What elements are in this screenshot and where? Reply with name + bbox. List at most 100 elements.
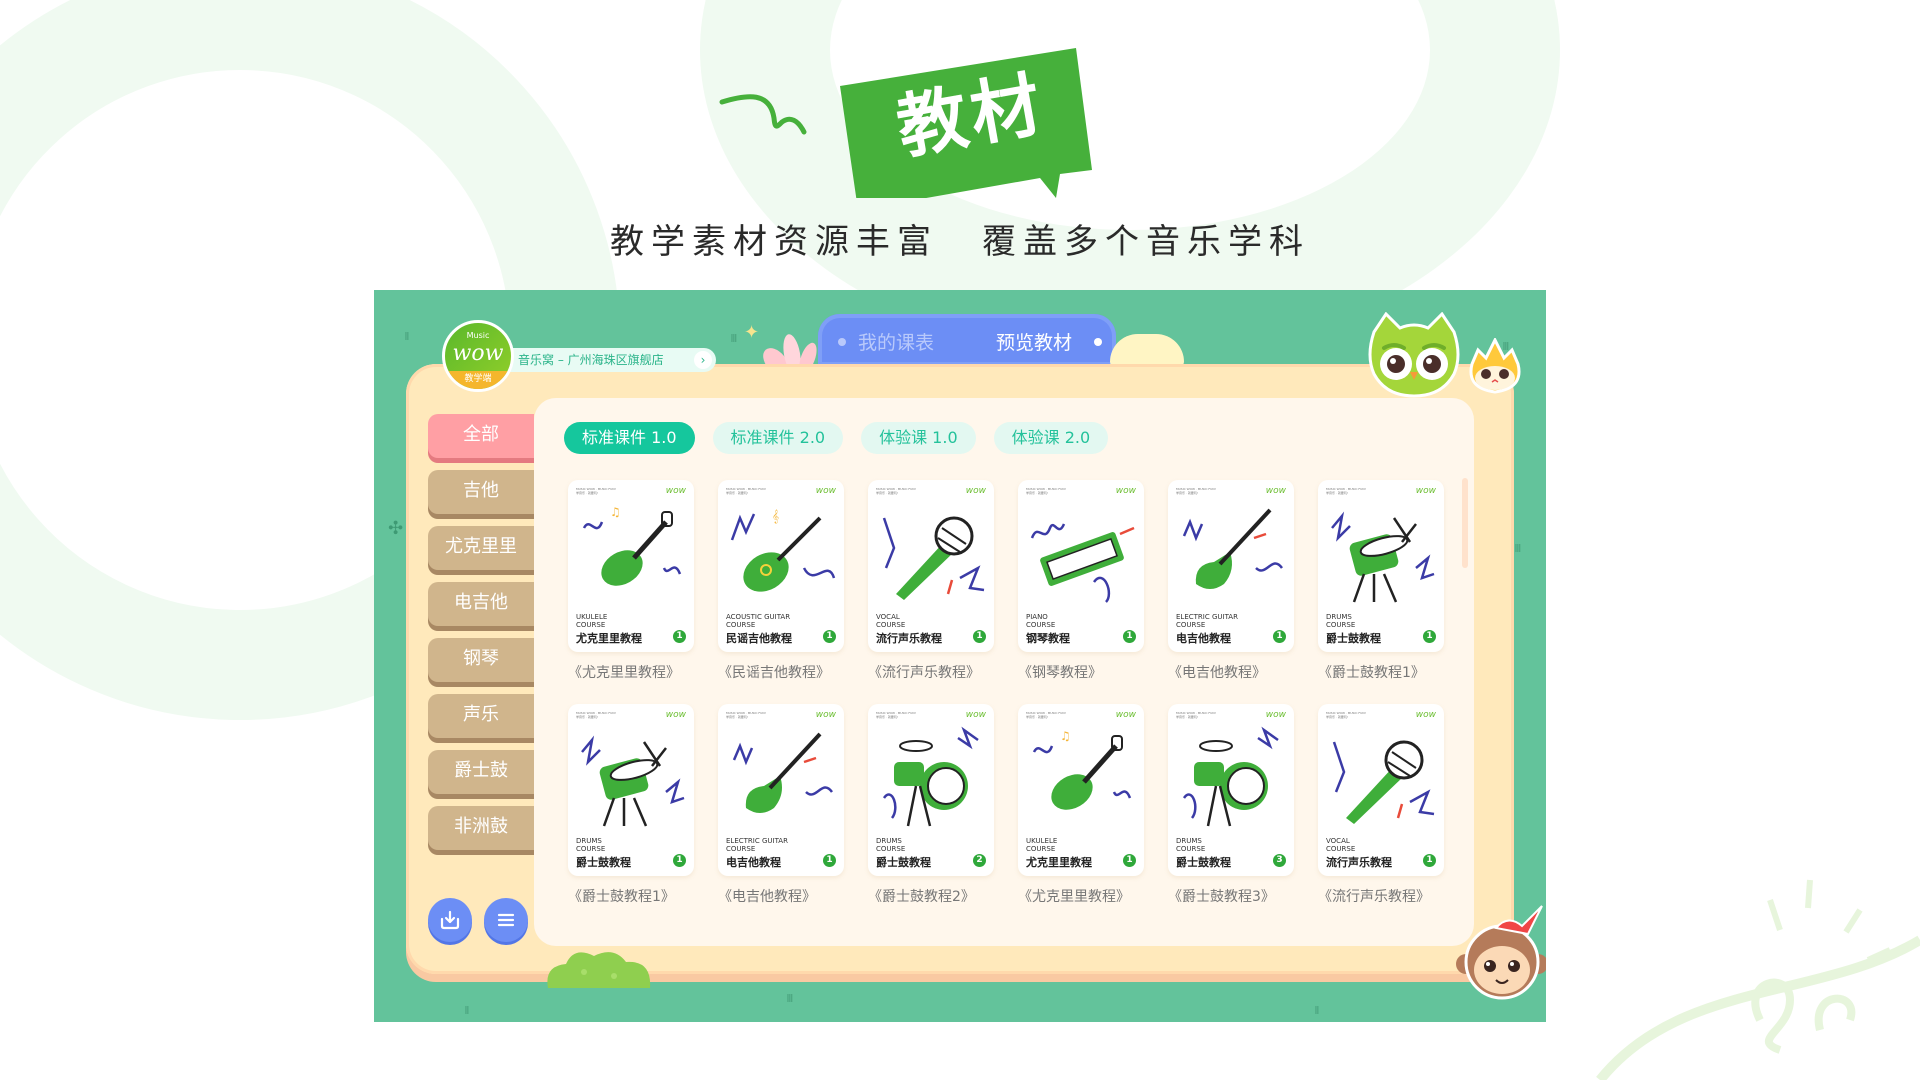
material-cover[interactable]: MUSIC WOW · MUSIC FUN! 学音乐 · 就要玩! wow DRUMS…: [1318, 480, 1444, 652]
scrollbar[interactable]: [1462, 478, 1468, 568]
cover-tagline: MUSIC WOW · MUSIC FUN! 学音乐 · 就要玩!: [1326, 487, 1366, 495]
cover-english-title: UKULELE COURSE: [576, 613, 608, 629]
sidebar-item-electric-guitar[interactable]: 电吉他: [428, 582, 534, 626]
drumkit-illustration-icon: [1182, 726, 1279, 827]
sidebar-item-all[interactable]: 全部: [428, 414, 534, 458]
cover-english-title: PIANO COURSE: [1026, 613, 1056, 629]
volume-badge: 1: [823, 854, 836, 867]
chip-standard-2[interactable]: 标准课件 2.0: [712, 422, 844, 454]
sidebar-item-jazz-drum[interactable]: 爵士鼓: [428, 750, 534, 794]
material-title[interactable]: 《钢琴教程》: [1018, 662, 1144, 682]
volume-badge: 1: [1423, 630, 1436, 643]
app-logo: Music wow 教学端: [442, 320, 514, 392]
cover-logo: wow: [1115, 710, 1136, 720]
volume-badge: 1: [673, 854, 686, 867]
sidebar-item-vocal[interactable]: 声乐: [428, 694, 534, 738]
material-title[interactable]: 《电吉他教程》: [718, 886, 844, 906]
mic-illustration-icon: [1332, 740, 1435, 824]
svg-text:𝄞: 𝄞: [772, 509, 779, 523]
store-selector[interactable]: 音乐窝 – 广州海珠区旗舰店 ›: [506, 348, 716, 372]
page-subtitle: 教学素材资源丰富 覆盖多个音乐学科: [0, 214, 1920, 263]
cover-tagline: MUSIC WOW · MUSIC FUN! 学音乐 · 就要玩!: [876, 711, 916, 719]
sidebar-item-ukulele[interactable]: 尤克里里: [428, 526, 534, 570]
material-cover[interactable]: MUSIC WOW · MUSIC FUN! 学音乐 · 就要玩! wow ELECT…: [718, 704, 844, 876]
menu-icon: [497, 913, 515, 927]
material-title[interactable]: 《爵士鼓教程1》: [1318, 662, 1444, 682]
material-cover[interactable]: MUSIC WOW · MUSIC FUN! 学音乐 · 就要玩! wow DRUMS…: [568, 704, 694, 876]
material-title[interactable]: 《流行声乐教程》: [1318, 886, 1444, 906]
chip-trial-1[interactable]: 体验课 1.0: [861, 422, 976, 454]
sidebar-item-piano[interactable]: 钢琴: [428, 638, 534, 682]
cover-tagline: MUSIC WOW · MUSIC FUN! 学音乐 · 就要玩!: [1026, 711, 1066, 719]
cover-logo: wow: [1115, 486, 1136, 496]
volume-badge: 1: [1123, 854, 1136, 867]
sidebar-item-african-drum[interactable]: 非洲鼓: [428, 806, 534, 850]
subtitle-left: 教学素材资源丰富: [610, 222, 938, 262]
materials-grid: MUSIC WOW · MUSIC FUN! 学音乐 · 就要玩! wow ♫ UKUL…: [568, 480, 1444, 906]
chip-standard-1[interactable]: 标准课件 1.0: [564, 422, 695, 454]
tab-dot: [838, 338, 846, 346]
material-item[interactable]: MUSIC WOW · MUSIC FUN! 学音乐 · 就要玩! wow VOCAL…: [868, 480, 994, 682]
material-cover[interactable]: MUSIC WOW · MUSIC FUN! 学音乐 · 就要玩! wow VOCAL…: [868, 480, 994, 652]
material-item[interactable]: MUSIC WOW · MUSIC FUN! 学音乐 · 就要玩! wow 𝄞 ACOU…: [718, 480, 844, 682]
cover-logo: wow: [665, 710, 686, 720]
cover-logo: wow: [665, 486, 686, 496]
material-item[interactable]: MUSIC WOW · MUSIC FUN! 学音乐 · 就要玩! wow DRUMS…: [868, 704, 994, 906]
cover-logo: wow: [1415, 486, 1436, 496]
material-item[interactable]: MUSIC WOW · MUSIC FUN! 学音乐 · 就要玩! wow DRUMS…: [568, 704, 694, 906]
material-title[interactable]: 《民谣吉他教程》: [718, 662, 844, 682]
material-title[interactable]: 《爵士鼓教程2》: [868, 886, 994, 906]
material-item[interactable]: MUSIC WOW · MUSIC FUN! 学音乐 · 就要玩! wow DRUMS…: [1168, 704, 1294, 906]
material-cover[interactable]: MUSIC WOW · MUSIC FUN! 学音乐 · 就要玩! wow ♫ UKUL…: [568, 480, 694, 652]
grass-decoration: ıı: [1314, 1002, 1320, 1018]
bush-decoration: [547, 952, 651, 988]
eguitar-illustration-icon: [732, 732, 834, 813]
volume-badge: 1: [823, 630, 836, 643]
chip-trial-2[interactable]: 体验课 2.0: [993, 422, 1109, 454]
material-cover[interactable]: MUSIC WOW · MUSIC FUN! 学音乐 · 就要玩! wow PIANO…: [1018, 480, 1144, 652]
volume-badge: 1: [1123, 630, 1136, 643]
tab-dot: [1094, 338, 1102, 346]
material-item[interactable]: MUSIC WOW · MUSIC FUN! 学音乐 · 就要玩! wow PIANO…: [1018, 480, 1144, 682]
material-title[interactable]: 《爵士鼓教程1》: [568, 886, 694, 906]
menu-button[interactable]: [484, 898, 528, 942]
material-item[interactable]: MUSIC WOW · MUSIC FUN! 学音乐 · 就要玩! wow ELECT…: [1168, 480, 1294, 682]
sidebar-item-guitar[interactable]: 吉他: [428, 470, 534, 514]
star-decoration: ✦: [744, 322, 760, 343]
cover-tagline: MUSIC WOW · MUSIC FUN! 学音乐 · 就要玩!: [726, 711, 766, 719]
material-cover[interactable]: MUSIC WOW · MUSIC FUN! 学音乐 · 就要玩! wow 𝄞 ACOU…: [718, 480, 844, 652]
material-title[interactable]: 《电吉他教程》: [1168, 662, 1294, 682]
cover-tagline: MUSIC WOW · MUSIC FUN! 学音乐 · 就要玩!: [1326, 711, 1366, 719]
cover-english-title: VOCAL COURSE: [876, 613, 906, 629]
volume-badge: 1: [973, 630, 986, 643]
material-title[interactable]: 《尤克里里教程》: [1018, 886, 1144, 906]
cover-chinese-title: 爵士鼓教程: [1326, 632, 1381, 645]
download-button[interactable]: [428, 898, 472, 942]
material-title[interactable]: 《流行声乐教程》: [868, 662, 994, 682]
material-item[interactable]: MUSIC WOW · MUSIC FUN! 学音乐 · 就要玩! wow ♫ UKUL…: [568, 480, 694, 682]
material-item[interactable]: MUSIC WOW · MUSIC FUN! 学音乐 · 就要玩! wow DRUMS…: [1318, 480, 1444, 682]
star-decoration: ✣: [388, 518, 404, 539]
cover-logo: wow: [965, 710, 986, 720]
material-item[interactable]: MUSIC WOW · MUSIC FUN! 学音乐 · 就要玩! wow ♫ UKUL…: [1018, 704, 1144, 906]
tab-my-schedule[interactable]: 我的课表: [858, 328, 934, 355]
volume-badge: 1: [1273, 630, 1286, 643]
cover-chinese-title: 电吉他教程: [1176, 632, 1231, 645]
version-filter: 标准课件 1.0 标准课件 2.0 体验课 1.0 体验课 2.0: [564, 422, 1109, 454]
material-title[interactable]: 《爵士鼓教程3》: [1168, 886, 1294, 906]
mic-illustration-icon: [882, 516, 985, 600]
material-item[interactable]: MUSIC WOW · MUSIC FUN! 学音乐 · 就要玩! wow VOCAL…: [1318, 704, 1444, 906]
tab-preview-materials[interactable]: 预览教材: [996, 328, 1072, 355]
grass-decoration: ııı: [730, 330, 738, 346]
material-item[interactable]: MUSIC WOW · MUSIC FUN! 学音乐 · 就要玩! wow ELECT…: [718, 704, 844, 906]
cover-english-title: ELECTRIC GUITAR COURSE: [726, 837, 788, 853]
category-sidebar: 全部 吉他 尤克里里 电吉他 钢琴 声乐 爵士鼓 非洲鼓: [428, 414, 534, 862]
material-cover[interactable]: MUSIC WOW · MUSIC FUN! 学音乐 · 就要玩! wow ♫ UKUL…: [1018, 704, 1144, 876]
material-title[interactable]: 《尤克里里教程》: [568, 662, 694, 682]
cover-tagline: MUSIC WOW · MUSIC FUN! 学音乐 · 就要玩!: [576, 711, 616, 719]
drumkit-illustration-icon: [882, 726, 979, 827]
material-cover[interactable]: MUSIC WOW · MUSIC FUN! 学音乐 · 就要玩! wow VOCAL…: [1318, 704, 1444, 876]
material-cover[interactable]: MUSIC WOW · MUSIC FUN! 学音乐 · 就要玩! wow ELECT…: [1168, 480, 1294, 652]
material-cover[interactable]: MUSIC WOW · MUSIC FUN! 学音乐 · 就要玩! wow DRUMS…: [1168, 704, 1294, 876]
material-cover[interactable]: MUSIC WOW · MUSIC FUN! 学音乐 · 就要玩! wow DRUMS…: [868, 704, 994, 876]
